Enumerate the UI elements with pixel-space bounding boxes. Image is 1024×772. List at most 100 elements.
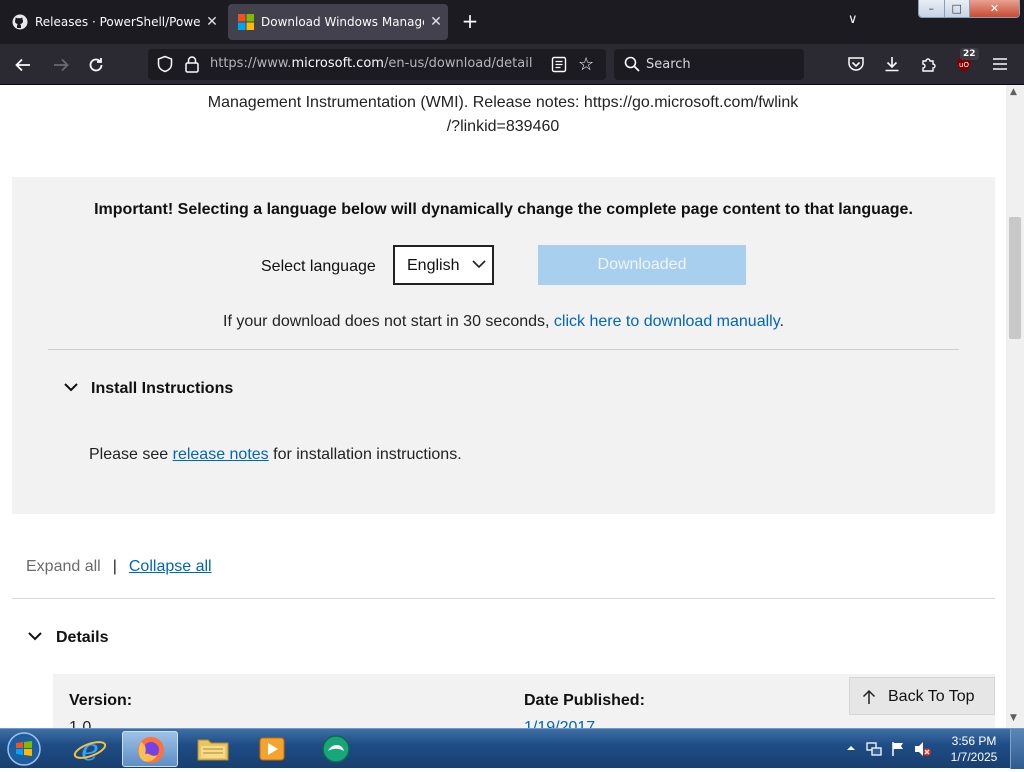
extension-badge: 22 [960, 48, 979, 60]
download-manually-link[interactable]: click here to download manually [554, 313, 780, 330]
install-suffix: for installation instructions. [268, 446, 462, 463]
description-line-2: /?linkid=839460 [446, 118, 560, 135]
internet-explorer-icon: e [73, 733, 107, 768]
description-text: Management Instrumentation (WMI). Releas… [0, 91, 1006, 139]
divider [12, 598, 995, 599]
volume-muted-icon[interactable] [914, 741, 932, 757]
language-download-panel: Important! Selecting a language below wi… [12, 177, 995, 514]
chevron-down-icon [472, 260, 486, 269]
page-scrollbar[interactable]: ▲ ▼ [1006, 85, 1024, 728]
tab-strip: Releases · PowerShell/PowerShell ✕ Downl… [0, 0, 1024, 44]
tab-title: Releases · PowerShell/PowerShell [35, 15, 200, 29]
back-to-top-button[interactable]: Back To Top [849, 677, 995, 715]
reload-button[interactable] [83, 52, 109, 78]
important-notice: Important! Selecting a language below wi… [94, 201, 913, 218]
chevron-down-icon[interactable] [28, 631, 42, 641]
expand-collapse-controls: Expand all | Collapse all [26, 558, 212, 576]
search-placeholder: Search [646, 57, 691, 72]
hamburger-menu-icon [993, 58, 1007, 70]
svg-text:uO: uO [959, 61, 969, 69]
search-bar[interactable]: Search [614, 49, 804, 80]
install-prefix: Please see [89, 446, 173, 463]
taskbar-file-explorer[interactable] [185, 731, 241, 767]
url-path: /en-us/download/details.aspx?id=54616 [383, 56, 532, 71]
close-tab-icon[interactable]: ✕ [200, 14, 224, 30]
date-published-value: 1/19/2017 [524, 719, 596, 728]
download-icon [885, 57, 899, 72]
new-tab-button[interactable]: + [458, 10, 482, 34]
taskbar-firefox[interactable] [122, 731, 178, 767]
action-center-flag-icon[interactable] [890, 741, 906, 757]
scroll-down-arrow-icon[interactable]: ▼ [1010, 713, 1017, 723]
url-text[interactable]: https://www.microsoft.com/en-us/download… [210, 56, 532, 71]
taskbar-clock[interactable]: 3:56 PM 1/7/2025 [948, 733, 1000, 765]
date-published-label: Date Published: [524, 692, 645, 709]
puzzle-piece-icon [922, 58, 936, 72]
tab-download-wmf[interactable]: Download Windows Management Framework 5.… [228, 4, 448, 40]
install-instructions-header[interactable]: Install Instructions [91, 380, 233, 398]
url-prefix: https://www. [210, 56, 292, 71]
scroll-up-arrow-icon[interactable]: ▲ [1010, 87, 1017, 97]
app-menu-button[interactable] [988, 52, 1012, 76]
github-icon [12, 14, 28, 30]
start-button[interactable] [4, 730, 48, 768]
version-value: 1.0 [69, 719, 92, 728]
taskbar-internet-explorer[interactable]: e [62, 731, 118, 768]
tab-title: Download Windows Management Framework 5.… [261, 15, 424, 29]
lock-icon[interactable] [184, 55, 200, 73]
close-tab-icon[interactable]: ✕ [424, 14, 448, 30]
chevron-down-icon[interactable] [64, 382, 78, 392]
extensions-button[interactable] [917, 52, 941, 76]
reader-view-icon[interactable] [551, 56, 567, 73]
clock-time: 3:56 PM [951, 734, 997, 748]
download-button[interactable]: Downloaded [538, 245, 746, 285]
microsoft-icon [238, 14, 254, 30]
file-explorer-icon [197, 739, 229, 761]
pocket-button[interactable] [844, 52, 868, 76]
description-line-1: Management Instrumentation (WMI). Releas… [207, 94, 799, 111]
firefox-icon [138, 737, 164, 763]
language-select[interactable]: English [393, 245, 494, 285]
arrow-up-icon [862, 689, 876, 704]
taskbar-app[interactable] [308, 731, 364, 767]
version-label: Version: [69, 692, 133, 709]
media-player-icon [259, 737, 285, 761]
select-language-label: Select language [261, 258, 376, 275]
taskbar-media-player[interactable] [244, 731, 300, 767]
details-header[interactable]: Details [56, 629, 108, 647]
maximize-button[interactable]: □ [944, 0, 970, 17]
windows-start-orb-icon [7, 732, 41, 766]
bookmark-star-icon[interactable]: ☆ [578, 54, 594, 75]
back-to-top-label: Back To Top [888, 688, 975, 705]
url-domain: microsoft.com [291, 56, 384, 71]
forward-button[interactable] [48, 52, 74, 78]
expand-all-link[interactable]: Expand all [26, 558, 101, 575]
clock-date: 1/7/2025 [950, 750, 998, 764]
tab-github-releases[interactable]: Releases · PowerShell/PowerShell ✕ [2, 4, 224, 40]
reload-icon [89, 58, 103, 72]
manual-download-text: If your download does not start in 30 se… [12, 313, 995, 331]
manual-prefix: If your download does not start in 30 se… [223, 313, 554, 330]
scroll-thumb[interactable] [1009, 217, 1021, 339]
install-instructions-text: Please see release notes for installatio… [89, 446, 462, 464]
show-hidden-icons-icon[interactable] [846, 743, 856, 753]
navigation-toolbar: https://www.microsoft.com/en-us/download… [0, 44, 1024, 85]
window-controls: – □ ✕ [918, 0, 1020, 18]
back-button[interactable] [10, 52, 36, 78]
windows-taskbar: e 3:56 PM 1/7/2025 [0, 728, 1024, 769]
app-icon [322, 735, 350, 763]
downloads-button[interactable] [880, 52, 904, 76]
address-bar[interactable]: https://www.microsoft.com/en-us/download… [148, 49, 606, 80]
network-icon[interactable] [866, 741, 882, 757]
release-notes-link[interactable]: release notes [173, 446, 269, 463]
list-all-tabs-button[interactable]: ∨ [848, 12, 858, 27]
separator: | [112, 558, 117, 575]
close-window-button[interactable]: ✕ [970, 0, 1019, 17]
svg-text:e: e [81, 733, 99, 767]
minimize-button[interactable]: – [919, 0, 945, 17]
collapse-all-link[interactable]: Collapse all [129, 558, 212, 575]
search-icon [624, 56, 640, 72]
manual-suffix: . [779, 313, 784, 330]
tracking-protection-shield-icon[interactable] [156, 55, 174, 73]
show-desktop-button[interactable] [1010, 729, 1024, 769]
